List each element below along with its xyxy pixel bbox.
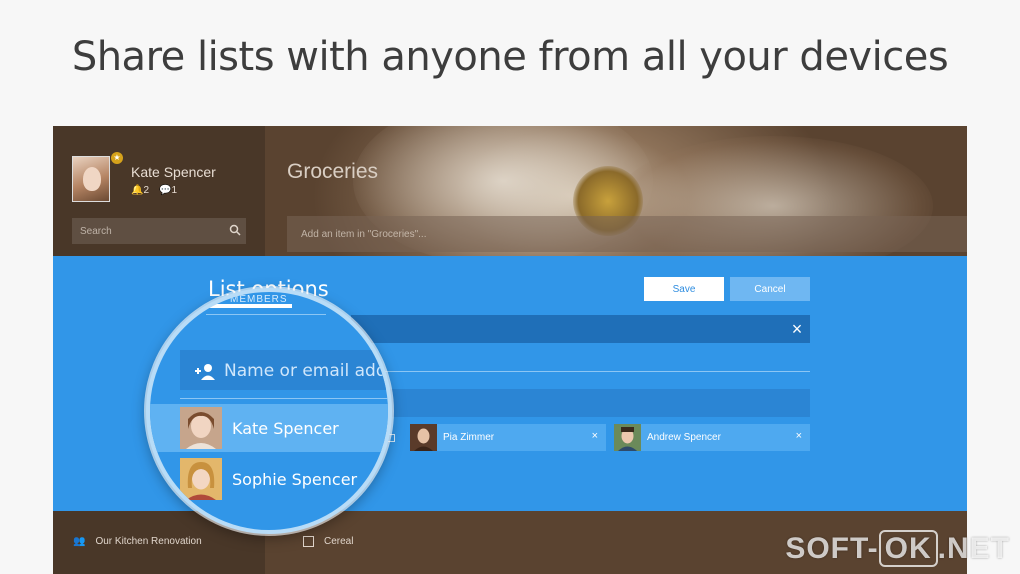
profile-name[interactable]: Kate Spencer <box>131 164 216 180</box>
divider <box>206 314 326 315</box>
avatar <box>180 407 222 449</box>
cancel-button[interactable]: Cancel <box>730 277 810 301</box>
add-item-input[interactable] <box>287 216 967 252</box>
avatar <box>410 424 437 451</box>
suggestion-sophie-spencer[interactable]: Sophie Spencer <box>150 455 388 503</box>
list-item[interactable]: Cereal <box>303 526 353 556</box>
tab-indicator <box>206 304 292 308</box>
add-member-placeholder: Name or email add <box>224 361 387 381</box>
member-input-row[interactable] <box>351 389 810 417</box>
messages-count[interactable]: 💬1 <box>159 185 177 196</box>
remove-member-icon[interactable]: × <box>592 430 598 442</box>
search-icon[interactable] <box>229 224 241 236</box>
save-button[interactable]: Save <box>644 277 724 301</box>
checkbox-icon[interactable] <box>303 535 314 547</box>
remove-member-icon[interactable]: × <box>796 430 802 442</box>
sidebar-item-kitchen[interactable]: 👥 Our Kitchen Renovation <box>73 526 202 556</box>
watermark: SOFT- OK .NET <box>785 530 1010 567</box>
search-input[interactable] <box>72 218 246 244</box>
divider <box>351 371 810 372</box>
profile-stats: 🔔2 💬1 <box>131 185 177 196</box>
background-flower-petal <box>613 136 933 276</box>
list-name-field[interactable] <box>351 315 810 343</box>
profile-avatar[interactable] <box>72 156 110 202</box>
bell-icon: 🔔 <box>131 185 144 196</box>
suggestion-kate-spencer[interactable]: Kate Spencer <box>150 404 388 452</box>
magnifier-lens: MEMBERS Name or email add Kate Spencer S… <box>146 288 392 534</box>
avatar <box>180 458 222 500</box>
close-icon[interactable]: × <box>787 319 807 339</box>
notifications-count[interactable]: 🔔2 <box>131 185 149 196</box>
member-chip-andrew[interactable]: Andrew Spencer × <box>614 424 810 451</box>
chat-icon: 💬 <box>159 185 172 196</box>
divider <box>180 398 388 399</box>
headline: Share lists with anyone from all your de… <box>71 34 949 80</box>
star-icon: ★ <box>111 152 123 164</box>
member-chip-pia[interactable]: Pia Zimmer × <box>410 424 606 451</box>
avatar <box>614 424 641 451</box>
add-user-icon <box>195 364 215 380</box>
list-title: Groceries <box>287 160 379 183</box>
people-icon: 👥 <box>73 535 86 547</box>
